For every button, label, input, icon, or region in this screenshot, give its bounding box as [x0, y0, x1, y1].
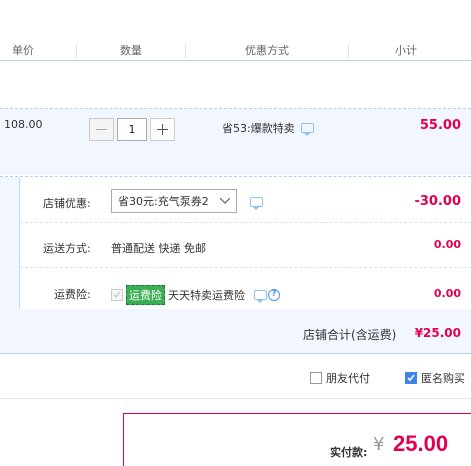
promo-text: 省53:爆款特卖: [222, 122, 295, 135]
item-subtotal: 55.00: [419, 118, 461, 133]
minus-icon: [96, 129, 107, 130]
item-row: [0, 109, 471, 175]
shop-discount-select[interactable]: 省30元:充气泵券2: [111, 189, 237, 213]
quantity-stepper[interactable]: 1: [89, 118, 175, 141]
chevron-down-icon: [214, 190, 236, 212]
increment-button[interactable]: [150, 118, 175, 141]
insurance-label: 运费险:: [54, 288, 91, 301]
payment-amount: 25.00: [393, 431, 449, 456]
insurance-checkbox[interactable]: [111, 289, 123, 301]
header-price: 单价: [12, 44, 34, 57]
shop-total-value: ¥25.00: [414, 326, 461, 340]
insurance-text: 天天特卖运费险: [168, 289, 245, 302]
divider: [20, 267, 471, 268]
decrement-button[interactable]: [89, 118, 114, 141]
help-icon[interactable]: ?: [268, 289, 280, 301]
shop-discount-label: 店铺优惠:: [43, 197, 91, 210]
currency-symbol: ¥: [373, 434, 385, 455]
header-separator: [185, 44, 186, 58]
friend-pay-label: 朋友代付: [326, 372, 370, 385]
header-separator: [76, 44, 77, 58]
blank-row: [0, 62, 471, 108]
item-promo: 省53:爆款特卖: [222, 120, 314, 136]
shipping-cost: 0.00: [433, 238, 461, 251]
header-separator: [348, 44, 349, 58]
header-subtotal: 小计: [395, 44, 417, 57]
anonymous-option[interactable]: 匿名购买: [405, 370, 465, 386]
divider: [0, 398, 471, 399]
item-price: 108.00: [4, 118, 43, 131]
shop-discount-value: -30.00: [414, 194, 461, 209]
shipping-method: 普通配送 快递 免邮: [111, 242, 206, 255]
payment-label: 实付款:: [330, 446, 368, 459]
comment-icon[interactable]: [254, 290, 267, 303]
check-icon: [407, 374, 415, 382]
shop-discount-selected: 省30元:充气泵券2: [118, 195, 209, 208]
anonymous-checkbox[interactable]: [405, 372, 417, 384]
payment-summary: 实付款: ¥ 25.00: [123, 413, 471, 466]
insurance-option: 运费险 天天特卖运费险 ?: [111, 285, 280, 305]
comment-icon[interactable]: [300, 123, 314, 136]
friend-pay-checkbox[interactable]: [310, 372, 322, 384]
shop-total-label: 店铺合计(含运费): [303, 328, 397, 342]
insurance-cost: 0.00: [433, 287, 461, 300]
quantity-input[interactable]: 1: [117, 118, 147, 141]
plus-icon: [157, 124, 168, 135]
friend-pay-option[interactable]: 朋友代付: [310, 370, 370, 386]
insurance-tag: 运费险: [126, 285, 165, 305]
header-quantity: 数量: [120, 44, 142, 57]
table-header: 单价 数量 优惠方式 小计: [0, 40, 471, 61]
header-promo: 优惠方式: [245, 44, 289, 57]
comment-icon[interactable]: [250, 197, 263, 210]
divider: [20, 222, 471, 223]
anonymous-label: 匿名购买: [421, 372, 465, 385]
shipping-label: 运送方式:: [43, 242, 91, 255]
